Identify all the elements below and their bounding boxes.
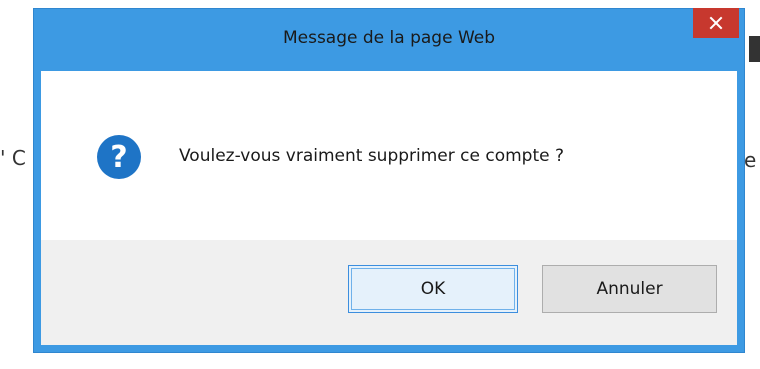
dialog-button-bar: OK Annuler: [41, 240, 737, 345]
close-icon: [709, 16, 723, 30]
svg-text:?: ?: [110, 140, 127, 175]
close-button[interactable]: [693, 8, 739, 38]
dialog-titlebar[interactable]: Message de la page Web: [34, 8, 744, 71]
background-text-fragment-right: e: [744, 148, 757, 172]
dialog-message: Voulez-vous vraiment supprimer ce compte…: [179, 146, 565, 166]
message-dialog: Message de la page Web ? Voulez-vous vra…: [33, 8, 745, 353]
background-text-fragment-left: ' C: [0, 146, 26, 170]
dialog-title: Message de la page Web: [282, 28, 496, 48]
question-icon: ?: [97, 135, 141, 179]
ok-button[interactable]: OK: [348, 265, 518, 313]
dialog-client-area: ? Voulez-vous vraiment supprimer ce comp…: [41, 71, 737, 345]
background-dark-tab: [749, 36, 760, 62]
cancel-button-label: Annuler: [596, 279, 663, 299]
message-area: ? Voulez-vous vraiment supprimer ce comp…: [41, 71, 737, 240]
ok-button-label: OK: [420, 279, 446, 299]
cancel-button[interactable]: Annuler: [542, 265, 717, 313]
